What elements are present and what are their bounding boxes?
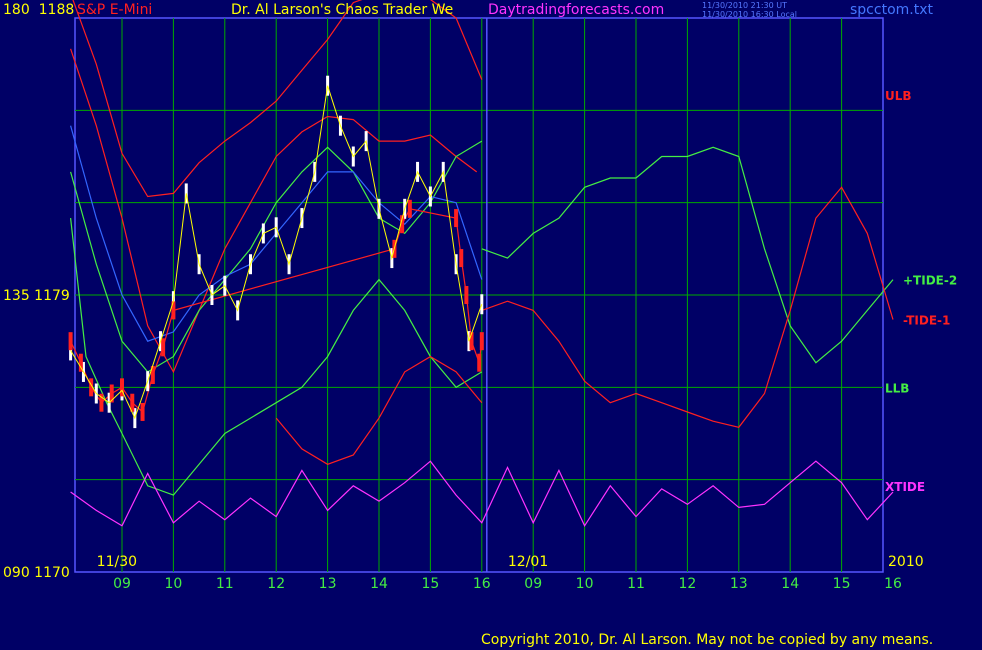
legend-entry: ULB xyxy=(885,89,912,103)
year-label: 2010 xyxy=(888,554,924,570)
day-label: 11/30 xyxy=(97,554,137,570)
hour-tick-label: 11 xyxy=(627,576,645,592)
legend-entry: +TIDE-2 xyxy=(903,274,957,288)
hour-tick-label: 16 xyxy=(884,576,902,592)
instrument-label: S&P E-Mini xyxy=(77,2,153,18)
hour-tick-label: 10 xyxy=(164,576,182,592)
hour-tick-label: 10 xyxy=(576,576,594,592)
hour-tick-label: 12 xyxy=(678,576,696,592)
hour-tick-label: 13 xyxy=(319,576,337,592)
hour-tick-label: 14 xyxy=(781,576,799,592)
hour-tick-label: 12 xyxy=(267,576,285,592)
hour-tick-label: 15 xyxy=(833,576,851,592)
hour-tick-label: 16 xyxy=(473,576,491,592)
timestamp-local: 11/30/2010 16:30 Local xyxy=(702,10,797,19)
hour-tick-label: 11 xyxy=(216,576,234,592)
axis-labels: 135 1179 090 1170 09 10 11 12 13 14 15 16 09 10 11 12… xyxy=(3,288,924,592)
site-link[interactable]: Daytradingforecasts.com xyxy=(488,2,664,18)
grid xyxy=(74,17,884,573)
data-filename: spcctom.txt xyxy=(850,2,933,18)
left-axis-tick-label: 090 1170 xyxy=(3,565,70,581)
legend-entry: XTIDE xyxy=(885,480,925,494)
left-scale-top: 180 1188 xyxy=(3,2,74,18)
legend-entry: LLB xyxy=(885,381,909,395)
hour-tick-label: 15 xyxy=(421,576,439,592)
timestamp-ut: 11/30/2010 21:30 UT xyxy=(702,1,787,10)
day-label: 12/01 xyxy=(508,554,548,570)
chart-canvas: 135 1179 090 1170 09 10 11 12 13 14 15 16 09 10 11 12… xyxy=(3,0,957,592)
hour-tick-label: 09 xyxy=(524,576,542,592)
left-price-value: 1188 xyxy=(38,2,75,18)
legend: ULB +TIDE-2 -TIDE-1 LLB XTIDE xyxy=(885,89,957,494)
hour-tick-label: 14 xyxy=(370,576,388,592)
left-scale-value: 180 xyxy=(3,2,30,18)
copyright: Copyright 2010, Dr. Al Larson. May not b… xyxy=(481,632,934,648)
legend-entry: -TIDE-1 xyxy=(903,314,950,328)
page-title: Dr. Al Larson's Chaos Trader We xyxy=(231,2,454,18)
hour-tick-label: 09 xyxy=(113,576,131,592)
hour-tick-label: 13 xyxy=(730,576,748,592)
left-axis-tick-label: 135 1179 xyxy=(3,288,70,304)
